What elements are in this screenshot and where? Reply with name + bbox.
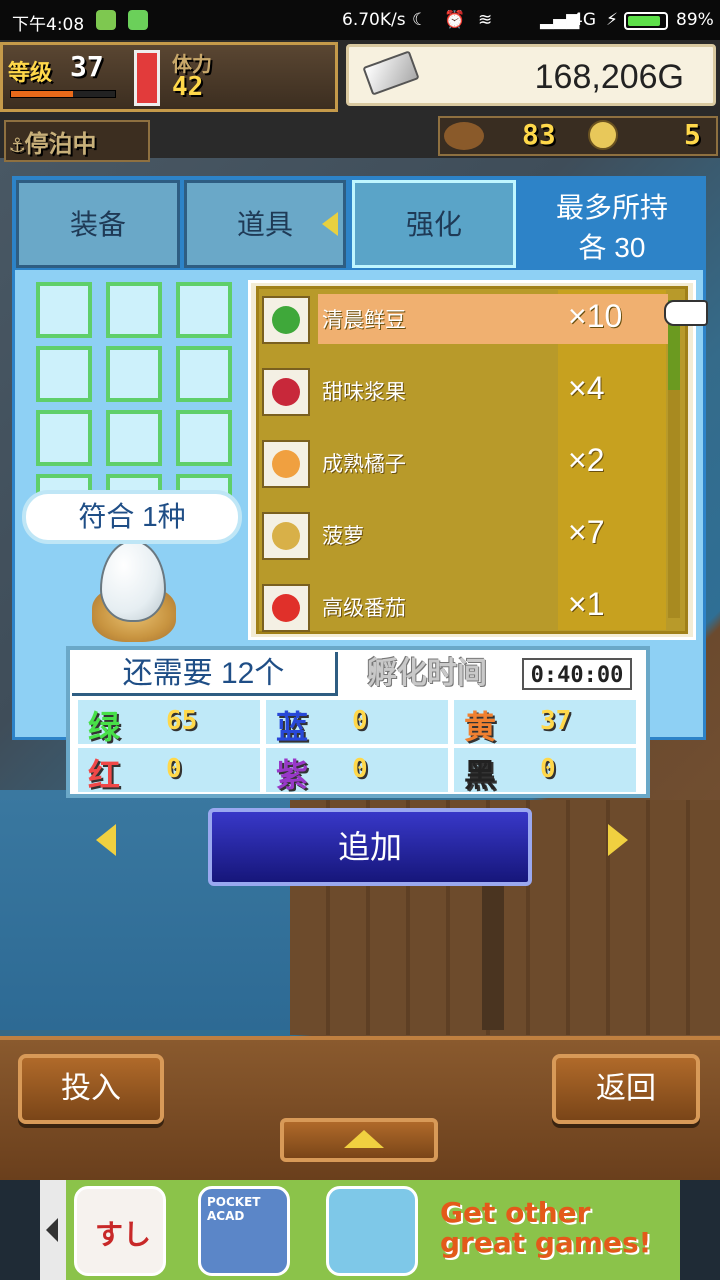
ingredient-slot[interactable]: [36, 410, 92, 466]
expand-up-button[interactable]: [280, 1118, 438, 1162]
hand-pointer-icon: [664, 300, 708, 326]
ingredient-slot[interactable]: [36, 346, 92, 402]
max-hold-info: 最多所持 各 30: [520, 180, 704, 268]
item-quantity: ×10: [568, 298, 623, 334]
color-stat-label: 绿: [88, 709, 121, 745]
level-label: 等级: [8, 61, 53, 86]
item-name: 清晨鲜豆: [322, 309, 406, 332]
item-name: 甜味浆果: [322, 381, 406, 404]
ingredient-slot[interactable]: [106, 410, 162, 466]
wifi-icon: ≋: [478, 10, 493, 30]
port-status: ⚓停泊中: [10, 124, 96, 159]
status-time: 下午4:08: [12, 15, 85, 35]
food-value: 83: [522, 118, 556, 151]
moon-icon: ☾: [412, 10, 428, 30]
color-stat-cell: 紫0: [266, 748, 448, 793]
net-speed: 6.70K/s: [342, 10, 406, 30]
color-stat-label: 紫: [276, 757, 309, 793]
anchor-icon: ⚓: [10, 130, 25, 158]
color-stat-label: 红: [88, 757, 121, 793]
color-stat-label: 黑: [464, 757, 497, 793]
item-icon: [262, 512, 310, 560]
item-name: 成熟橘子: [322, 453, 406, 476]
ingredient-slot[interactable]: [176, 282, 232, 338]
status-bar: 下午4:08 6.70K/s ☾ ⏰ ≋ ▂▄▆ 4G ⚡ 89%: [0, 0, 720, 40]
app-notification-icon: [128, 10, 148, 30]
coin-icon: [588, 120, 618, 150]
item-name: 高级番茄: [322, 597, 406, 620]
ad-app-castle[interactable]: [326, 1186, 418, 1276]
network-type: 4G: [572, 10, 596, 30]
color-stat-value: 37: [540, 706, 572, 736]
arrow-left-icon: [322, 212, 338, 236]
ingredient-slot[interactable]: [176, 346, 232, 402]
item-icon: [262, 296, 310, 344]
add-button[interactable]: 追加: [208, 808, 532, 886]
hatch-time-label: 孵化时间: [346, 652, 508, 696]
ad-app-pocket-academy[interactable]: POCKET ACAD: [198, 1186, 290, 1276]
match-count-badge: 符合 1种: [26, 494, 238, 540]
insert-button[interactable]: 投入: [18, 1054, 164, 1124]
prev-egg-button[interactable]: [96, 824, 116, 856]
ingredient-slot[interactable]: [106, 282, 162, 338]
stamina-gauge: [134, 50, 160, 106]
gold-amount: 168,206G: [534, 58, 684, 96]
color-stat-value: 0: [352, 754, 368, 784]
item-quantity: ×1: [568, 586, 605, 622]
next-egg-button[interactable]: [608, 824, 628, 856]
item-row[interactable]: 清晨鲜豆 ×10: [262, 290, 668, 348]
chevron-left-icon: [46, 1218, 58, 1242]
max-hold-label: 最多所持: [555, 192, 668, 223]
alarm-icon: ⏰: [444, 10, 466, 30]
item-row[interactable]: 成熟橘子 ×2: [262, 434, 666, 492]
item-icon: [262, 440, 310, 488]
ingredient-slot[interactable]: [106, 346, 162, 402]
level-value: 37: [70, 50, 104, 83]
max-hold-value: 各 30: [578, 232, 646, 263]
ingredient-slot[interactable]: [176, 410, 232, 466]
level-progress-bar: [10, 90, 116, 98]
tab-equipment[interactable]: 装备: [16, 180, 180, 268]
color-stat-cell: 黄 37: [454, 700, 636, 745]
coin-value: 5: [684, 118, 701, 151]
tab-enhance[interactable]: 强化: [352, 180, 516, 268]
item-icon: [262, 368, 310, 416]
color-stat-cell: 蓝0: [266, 700, 448, 745]
color-stat-cell: 红0: [78, 748, 260, 793]
battery-percent: 89%: [676, 10, 714, 30]
hatch-time-value: 0:40:00: [522, 658, 632, 690]
back-button[interactable]: 返回: [552, 1054, 700, 1124]
color-stat-value: 0: [166, 754, 182, 784]
item-row[interactable]: 甜味浆果 ×4: [262, 362, 666, 420]
stamina-value: 42: [172, 72, 204, 102]
item-quantity: ×2: [568, 442, 605, 478]
color-stat-label: 蓝: [276, 709, 309, 745]
item-quantity: ×4: [568, 370, 605, 406]
color-stat-cell: 绿 65: [78, 700, 260, 745]
item-quantity: ×7: [568, 514, 605, 550]
color-stat-cell: 黑0: [454, 748, 636, 793]
notification-icon: [96, 10, 116, 30]
color-stat-value: 0: [540, 754, 556, 784]
item-row[interactable]: 菠萝 ×7: [262, 506, 666, 564]
port-status-text: 停泊中: [24, 130, 97, 158]
item-row[interactable]: 高级番茄 ×1: [262, 578, 666, 636]
remaining-count: 还需要 12个: [72, 652, 338, 696]
color-stat-value: 0: [352, 706, 368, 736]
item-name: 菠萝: [322, 525, 364, 548]
ingredient-slot[interactable]: [36, 282, 92, 338]
color-stat-label: 黄: [464, 709, 497, 745]
color-stat-value: 65: [166, 706, 198, 736]
chevron-up-icon: [344, 1130, 384, 1148]
ad-text[interactable]: Get other great games!: [440, 1198, 672, 1258]
item-icon: [262, 584, 310, 632]
charging-icon: ⚡: [606, 10, 618, 30]
battery-icon: [624, 12, 668, 30]
food-icon: [444, 122, 484, 150]
ad-app-sushi[interactable]: すし: [74, 1186, 166, 1276]
ad-prev-button[interactable]: [40, 1180, 66, 1280]
